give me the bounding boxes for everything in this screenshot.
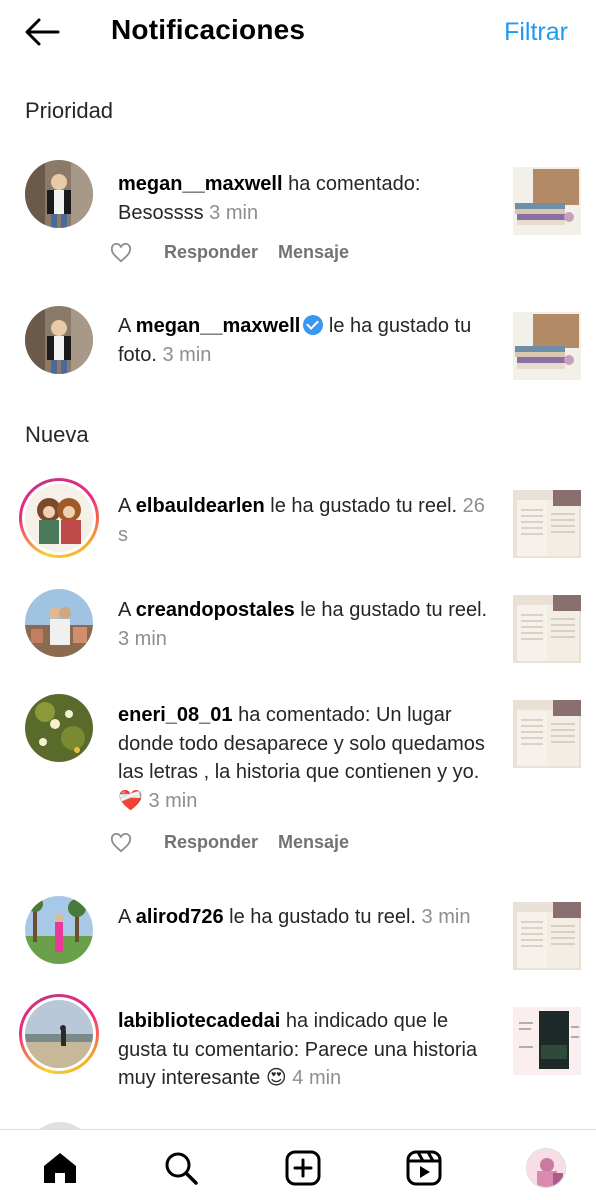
comment-actions: Responder Mensaje (110, 242, 369, 263)
back-button[interactable] (20, 14, 64, 50)
like-heart-icon[interactable] (110, 242, 132, 263)
notification-text: A elbauldearlen le ha gustado tu reel. 2… (118, 495, 485, 546)
search-icon[interactable] (161, 1148, 201, 1188)
post-thumbnail[interactable] (513, 167, 581, 235)
notification-row[interactable]: A creandopostales le ha gustado tu reel.… (0, 589, 596, 669)
username-link[interactable]: megan__maxwell (118, 173, 283, 195)
profile-avatar[interactable] (526, 1148, 566, 1188)
notification-row[interactable]: A megan__maxwell le ha gustado tu foto. … (0, 306, 596, 386)
avatar-story-ring[interactable] (19, 994, 99, 1074)
section-new-heading: Nueva (25, 422, 89, 447)
avatar[interactable] (25, 160, 93, 228)
section-priority-heading: Prioridad (25, 98, 114, 123)
notification-text: labibliotecadedai ha indicado que le gus… (118, 1010, 478, 1089)
reply-button[interactable]: Responder (164, 832, 258, 853)
like-heart-icon[interactable] (110, 832, 132, 853)
notification-text: A alirod726 le ha gustado tu reel. 3 min (118, 906, 471, 928)
avatar[interactable] (25, 896, 93, 964)
filter-button[interactable]: Filtrar (504, 18, 568, 47)
header: Notificaciones Filtrar (0, 0, 596, 66)
post-thumbnail[interactable] (513, 595, 581, 663)
username-link[interactable]: alirod726 (136, 906, 224, 928)
post-thumbnail[interactable] (513, 700, 581, 768)
notification-row[interactable]: A elbauldearlen le ha gustado tu reel. 2… (0, 478, 596, 568)
username-link[interactable]: eneri_08_01 (118, 704, 233, 726)
username-link[interactable]: creandopostales (136, 599, 295, 621)
message-button[interactable]: Mensaje (278, 832, 349, 853)
post-thumbnail[interactable] (513, 490, 581, 558)
page-title: Notificaciones (111, 14, 306, 45)
notification-text: A creandopostales le ha gustado tu reel.… (118, 599, 488, 650)
post-thumbnail[interactable] (513, 1007, 581, 1075)
avatar-story-ring[interactable] (19, 478, 99, 558)
new-post-icon[interactable] (283, 1148, 323, 1188)
arrow-left-icon (25, 18, 60, 46)
reels-icon[interactable] (404, 1148, 444, 1188)
avatar[interactable] (25, 589, 93, 657)
notification-row[interactable]: labibliotecadedai ha indicado que le gus… (0, 994, 596, 1094)
notification-row[interactable]: A alirod726 le ha gustado tu reel. 3 min (0, 896, 596, 976)
message-button[interactable]: Mensaje (278, 242, 349, 263)
avatar[interactable] (25, 306, 93, 374)
verified-badge-icon (303, 315, 324, 335)
comment-actions: Responder Mensaje (110, 832, 369, 853)
notification-text: eneri_08_01 ha comentado: Un lugar donde… (118, 704, 485, 812)
username-link[interactable]: labibliotecadedai (118, 1010, 280, 1032)
notification-text: megan__maxwell ha comentado: Besossss 3 … (118, 173, 421, 224)
username-link[interactable]: megan__maxwell (136, 315, 301, 337)
avatar[interactable] (25, 694, 93, 762)
reply-button[interactable]: Responder (164, 242, 258, 263)
home-icon[interactable] (40, 1148, 80, 1188)
notification-row[interactable]: megan__maxwell ha comentado: Besossss 3 … (0, 160, 596, 270)
notification-text: A megan__maxwell le ha gustado tu foto. … (118, 315, 472, 366)
username-link[interactable]: elbauldearlen (136, 495, 265, 517)
bottom-navigation (0, 1129, 596, 1200)
post-thumbnail[interactable] (513, 902, 581, 970)
notification-row[interactable]: eneri_08_01 ha comentado: Un lugar donde… (0, 694, 596, 864)
post-thumbnail[interactable] (513, 312, 581, 380)
